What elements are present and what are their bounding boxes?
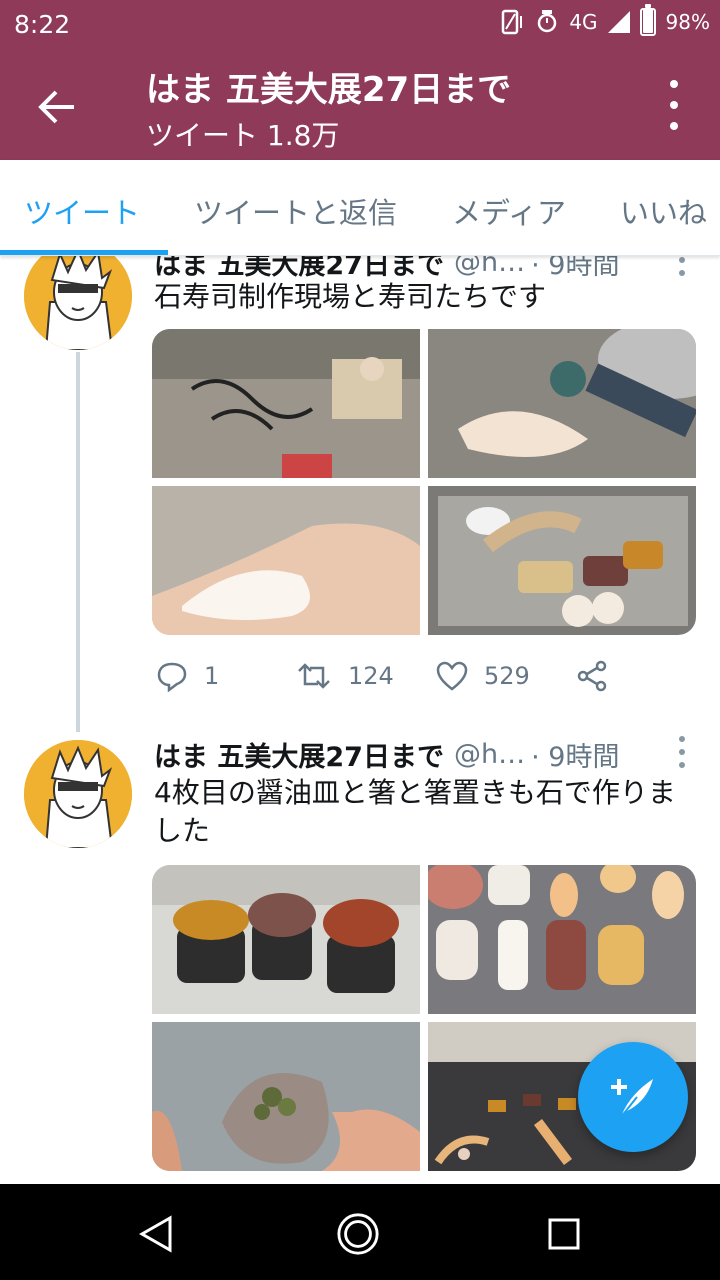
nav-recents-button[interactable] [542,1212,586,1256]
tweet-time: · 9時間 [531,741,620,773]
nav-back-button[interactable] [134,1212,178,1256]
share-icon [577,660,607,692]
tweet-text: 石寿司制作現場と寿司たちです [154,280,547,313]
tab-likes[interactable]: いいね [620,190,707,232]
status-bar: 8:22 4G 98% [0,0,720,50]
like-button[interactable]: 529 [436,661,576,691]
app-screen: 8:22 4G 98% はま 五美大展27日まで ツイート 1.8万 ツイート … [0,0,720,1280]
author-handle[interactable]: @h… [454,256,525,278]
like-count: 529 [484,662,530,690]
alarm-icon [538,10,557,33]
heart-icon [436,661,468,691]
retweet-icon [298,663,330,689]
tweet-photo[interactable] [152,329,420,478]
profile-tabs: ツイート ツイートと返信 メディア いいね [0,160,720,256]
tab-tweets-and-replies[interactable]: ツイートと返信 [194,190,397,232]
tab-indicator [0,250,168,255]
more-options-button[interactable] [662,80,686,130]
profile-header: はま 五美大展27日まで ツイート 1.8万 [0,50,720,160]
retweet-button[interactable]: 124 [296,660,436,692]
share-button[interactable] [576,660,608,692]
retweet-count: 124 [348,662,394,690]
tweet-photo[interactable] [152,486,420,635]
reply-button[interactable]: 1 [156,660,296,692]
compose-tweet-button[interactable] [578,1042,688,1152]
status-time: 8:22 [14,10,71,39]
back-button[interactable] [30,80,84,134]
recents-square-icon [548,1218,580,1250]
tab-tweets[interactable]: ツイート [24,190,140,232]
tweet-menu-button[interactable] [678,256,686,276]
system-nav-bar [0,1184,720,1280]
network-type: 4G [569,10,598,34]
signal-icon [607,11,630,33]
reply-count: 1 [204,662,220,690]
media-grid [152,329,696,635]
tweet-text: 4枚目の醤油皿と箸と箸置きも石で作りました [154,776,676,847]
tweet-photo[interactable] [152,1022,420,1171]
tab-media[interactable]: メディア [452,190,566,232]
back-triangle-icon [138,1215,172,1253]
compose-tweet-icon [611,1079,653,1118]
thread-line [76,352,80,732]
avatar[interactable] [24,256,132,350]
tweet-photo[interactable] [428,865,696,1014]
tweet-photo[interactable] [428,329,696,478]
status-icons: 4G 98% [497,4,710,36]
reply-icon [157,662,187,692]
battery-icon [639,4,656,36]
author-name[interactable]: はま 五美大展27日まで [154,735,444,774]
more-vertical-icon [670,80,678,88]
tweet[interactable]: はま 五美大展27日まで @h… · 9時間 石寿司制作現場と寿司たちです 1 … [0,256,720,732]
tweet-photo[interactable] [152,865,420,1014]
page-title: はま 五美大展27日まで [146,70,512,110]
tweet-count: ツイート 1.8万 [146,119,340,152]
tweet-menu-button[interactable] [678,736,686,768]
author-handle[interactable]: @h… [454,739,525,770]
tweet-actions: 1 124 529 [156,656,676,696]
avatar[interactable] [24,740,132,848]
nav-home-button[interactable] [336,1212,380,1256]
tweet-header: はま 五美大展27日まで @h… · 9時間 [154,734,700,774]
vibrate-icon [502,9,523,35]
battery-percent: 98% [665,10,710,34]
arrow-left-icon [38,90,74,124]
home-circle-icon [337,1213,379,1255]
tweet-photo[interactable] [428,486,696,635]
